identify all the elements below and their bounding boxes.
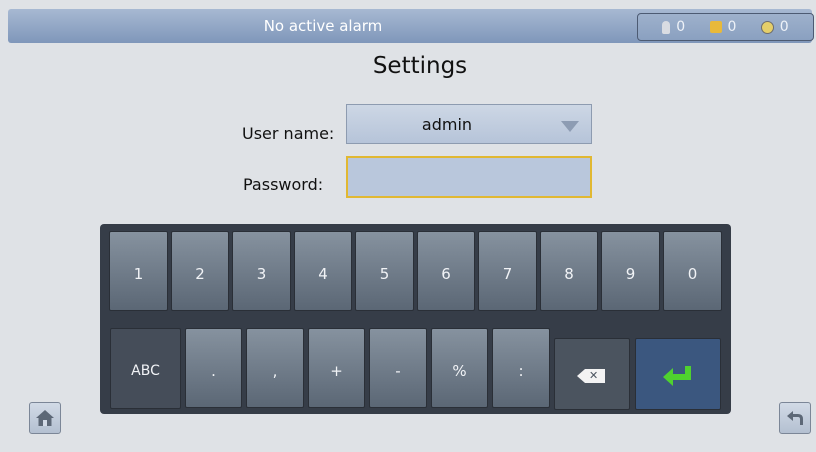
key-minus[interactable]: -: [369, 328, 427, 408]
enter-button[interactable]: [635, 338, 721, 410]
minor-alarm-count: 0: [676, 19, 686, 35]
major-alarm-counter: 0: [709, 19, 737, 35]
key-4[interactable]: 4: [294, 231, 352, 311]
critical-alarm-counter: 0: [760, 19, 789, 35]
key-plus[interactable]: +: [308, 328, 365, 408]
username-dropdown[interactable]: admin: [346, 104, 592, 144]
alarm-status-bar[interactable]: No active alarm 0 0 0: [8, 9, 814, 43]
key-period[interactable]: .: [185, 328, 242, 408]
key-comma[interactable]: ,: [246, 328, 304, 408]
key-9[interactable]: 9: [601, 231, 660, 311]
username-value: admin: [421, 115, 473, 134]
password-field[interactable]: [346, 156, 592, 198]
back-icon: [787, 411, 803, 425]
minor-alarm-icon: [662, 20, 671, 34]
key-3[interactable]: 3: [232, 231, 291, 311]
home-button[interactable]: [29, 402, 61, 434]
username-label: User name:: [242, 124, 335, 143]
key-1[interactable]: 1: [109, 231, 168, 311]
abc-key[interactable]: ABC: [110, 328, 181, 409]
critical-alarm-icon: [760, 20, 774, 34]
enter-icon: [663, 365, 691, 386]
critical-alarm-count: 0: [779, 19, 789, 35]
major-alarm-icon: [709, 21, 722, 33]
on-screen-keyboard: 1 2 3 4 5 6 7 8 9 0 ABC . , + - % :: [100, 224, 731, 414]
chevron-down-icon: [561, 121, 579, 132]
back-button[interactable]: [779, 402, 811, 434]
key-7[interactable]: 7: [478, 231, 537, 311]
key-percent[interactable]: %: [431, 328, 488, 408]
key-6[interactable]: 6: [417, 231, 475, 311]
page-title: Settings: [372, 53, 468, 79]
backspace-button[interactable]: [554, 338, 630, 410]
key-5[interactable]: 5: [355, 231, 414, 311]
key-0[interactable]: 0: [663, 231, 722, 311]
password-label: Password:: [243, 175, 324, 194]
home-icon: [36, 410, 54, 426]
key-colon[interactable]: :: [492, 328, 550, 408]
alarm-counters[interactable]: 0 0 0: [637, 13, 814, 41]
key-8[interactable]: 8: [540, 231, 598, 311]
alarm-status-text: No active alarm: [263, 17, 383, 35]
major-alarm-count: 0: [727, 19, 737, 35]
minor-alarm-counter: 0: [662, 19, 685, 35]
backspace-icon: [577, 368, 605, 384]
key-2[interactable]: 2: [171, 231, 229, 311]
